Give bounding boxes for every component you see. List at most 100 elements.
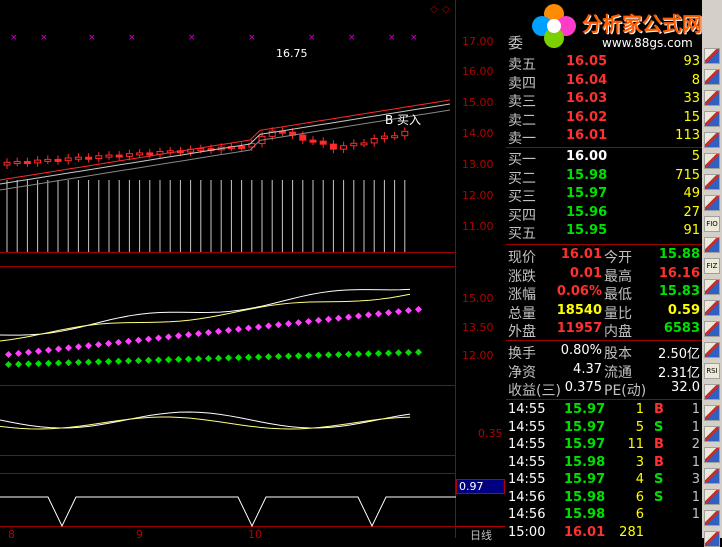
stat-value: 0.59 (667, 302, 700, 318)
ask-volume: 113 (675, 128, 700, 143)
stat-label: 现价 (508, 250, 536, 266)
candle-body (54, 158, 62, 162)
fund-label: 净资 (508, 364, 536, 381)
stat-label: 涨跌 (508, 268, 536, 285)
ask-price: 16.03 (566, 91, 608, 106)
toolbar-button[interactable] (704, 468, 720, 484)
trade-tick-row: 14:55 15.97 5 S 1 (506, 420, 702, 438)
candle-body (146, 152, 154, 156)
tick-time: 14:55 (508, 402, 546, 417)
toolbar-button[interactable] (704, 90, 720, 106)
candle-body (380, 135, 388, 140)
tick-side: S (654, 489, 664, 505)
period-tab[interactable]: 日线 (456, 526, 505, 542)
toolbar-button[interactable] (704, 510, 720, 526)
tick-time: 14:55 (508, 437, 546, 452)
magenta-dot (374, 310, 383, 318)
green-dot (284, 352, 293, 360)
indicator2-yellow-line (0, 416, 411, 430)
green-dot (64, 359, 73, 367)
diamond-icon[interactable]: ◇ (430, 4, 438, 15)
magenta-dot (174, 332, 183, 340)
bid-row: 买一 16.00 5 (506, 149, 702, 168)
magenta-dot (404, 306, 413, 315)
toolbar-button[interactable] (704, 195, 720, 211)
toolbar-button[interactable] (704, 174, 720, 190)
toolbar-button[interactable] (704, 111, 720, 127)
x-marker: × (88, 33, 96, 43)
magenta-dot (144, 335, 153, 343)
ask-volume: 8 (691, 72, 700, 88)
toolbar-button[interactable] (704, 48, 720, 64)
toolbar-button[interactable] (704, 300, 720, 316)
tick-price: 15.98 (564, 454, 606, 470)
toolbar-button[interactable] (704, 384, 720, 400)
price-axis-label: 16.00 (462, 65, 494, 78)
toolbar-button[interactable] (704, 69, 720, 85)
magenta-dot (84, 342, 93, 350)
magenta-dot (134, 336, 143, 344)
fund-value: 0.375 (564, 380, 602, 395)
ask-label: 卖一 (508, 131, 536, 147)
stat-row: 现价 16.01 今开 15.88 (506, 247, 702, 266)
x-axis-label: 8 (8, 528, 15, 538)
green-dot (34, 360, 43, 368)
fund-value: 2.50亿 (658, 347, 700, 362)
toolbar-button[interactable] (704, 447, 720, 463)
tick-volume: 6 (635, 507, 644, 522)
green-dot (344, 350, 353, 358)
green-dot (184, 355, 193, 363)
fund-value: 0.80% (560, 343, 602, 358)
buy-signal-label: B 买入 (385, 113, 422, 127)
toolbar-button[interactable] (704, 321, 720, 337)
logo-url: www.88gs.com (602, 36, 693, 50)
indicator1-white-line (0, 288, 411, 336)
tick-price: 15.97 (564, 437, 606, 452)
tick-time: 14:56 (508, 489, 546, 505)
green-dot (214, 354, 223, 362)
toolbar-button[interactable] (704, 153, 720, 169)
toolbar-button[interactable] (704, 426, 720, 442)
toolbar-button[interactable] (704, 531, 720, 547)
x-marker: × (248, 33, 256, 43)
toolbar-button[interactable]: RSI (704, 363, 720, 379)
tick-volume: 3 (635, 454, 644, 470)
kline-chart[interactable]: × × × × × × × × × × 8 9 10 (0, 0, 456, 538)
tick-volume: 281 (619, 524, 644, 540)
fundamental-row: 换手 0.80% 股本 2.50亿 (506, 343, 702, 362)
magenta-dot (114, 338, 123, 346)
green-dot (234, 354, 243, 362)
toolbar-button[interactable] (704, 279, 720, 295)
stat-value: 16.16 (658, 265, 700, 281)
toolbar-button[interactable] (704, 237, 720, 253)
ask-price: 16.05 (566, 54, 608, 69)
toolbar-button[interactable] (704, 405, 720, 421)
tick-side: S (654, 419, 664, 435)
candle-body (360, 142, 368, 146)
toolbar-button[interactable]: FIO (704, 216, 720, 232)
divider-line (506, 399, 702, 400)
ask-row: 卖四 16.04 8 (506, 72, 702, 92)
indicator1-axis-label: 15.00 (462, 292, 494, 305)
diamond-icon-2[interactable]: ◇ (442, 4, 450, 15)
ask-volume: 93 (683, 54, 700, 69)
x-marker: × (188, 33, 196, 43)
ask-volume: 33 (683, 91, 700, 106)
divider-line (506, 340, 702, 341)
candle-body (329, 143, 337, 150)
magenta-dot (44, 346, 53, 354)
toolbar-button[interactable] (704, 132, 720, 148)
fund-value: 32.0 (671, 380, 700, 395)
toolbar-button[interactable] (704, 342, 720, 358)
order-book-header: 委 (508, 34, 524, 52)
magenta-dot (364, 311, 373, 319)
divider-line (506, 244, 702, 245)
fund-value: 2.31亿 (658, 365, 700, 381)
quote-panel: 委卖五 16.05 93 卖四 16.04 8 卖三 16.03 33 卖二 16.02 15 卖一 16… (506, 0, 702, 540)
kline-chart-area[interactable]: × × × × × × × × × × 8 9 10 16.75 B 买入 ◇ ◇ (0, 0, 456, 538)
toolbar-button[interactable] (704, 489, 720, 505)
bid-volume: 49 (683, 186, 700, 201)
magenta-dot (354, 312, 363, 320)
toolbar-button[interactable]: FIZ (704, 258, 720, 274)
green-dot (304, 351, 313, 360)
